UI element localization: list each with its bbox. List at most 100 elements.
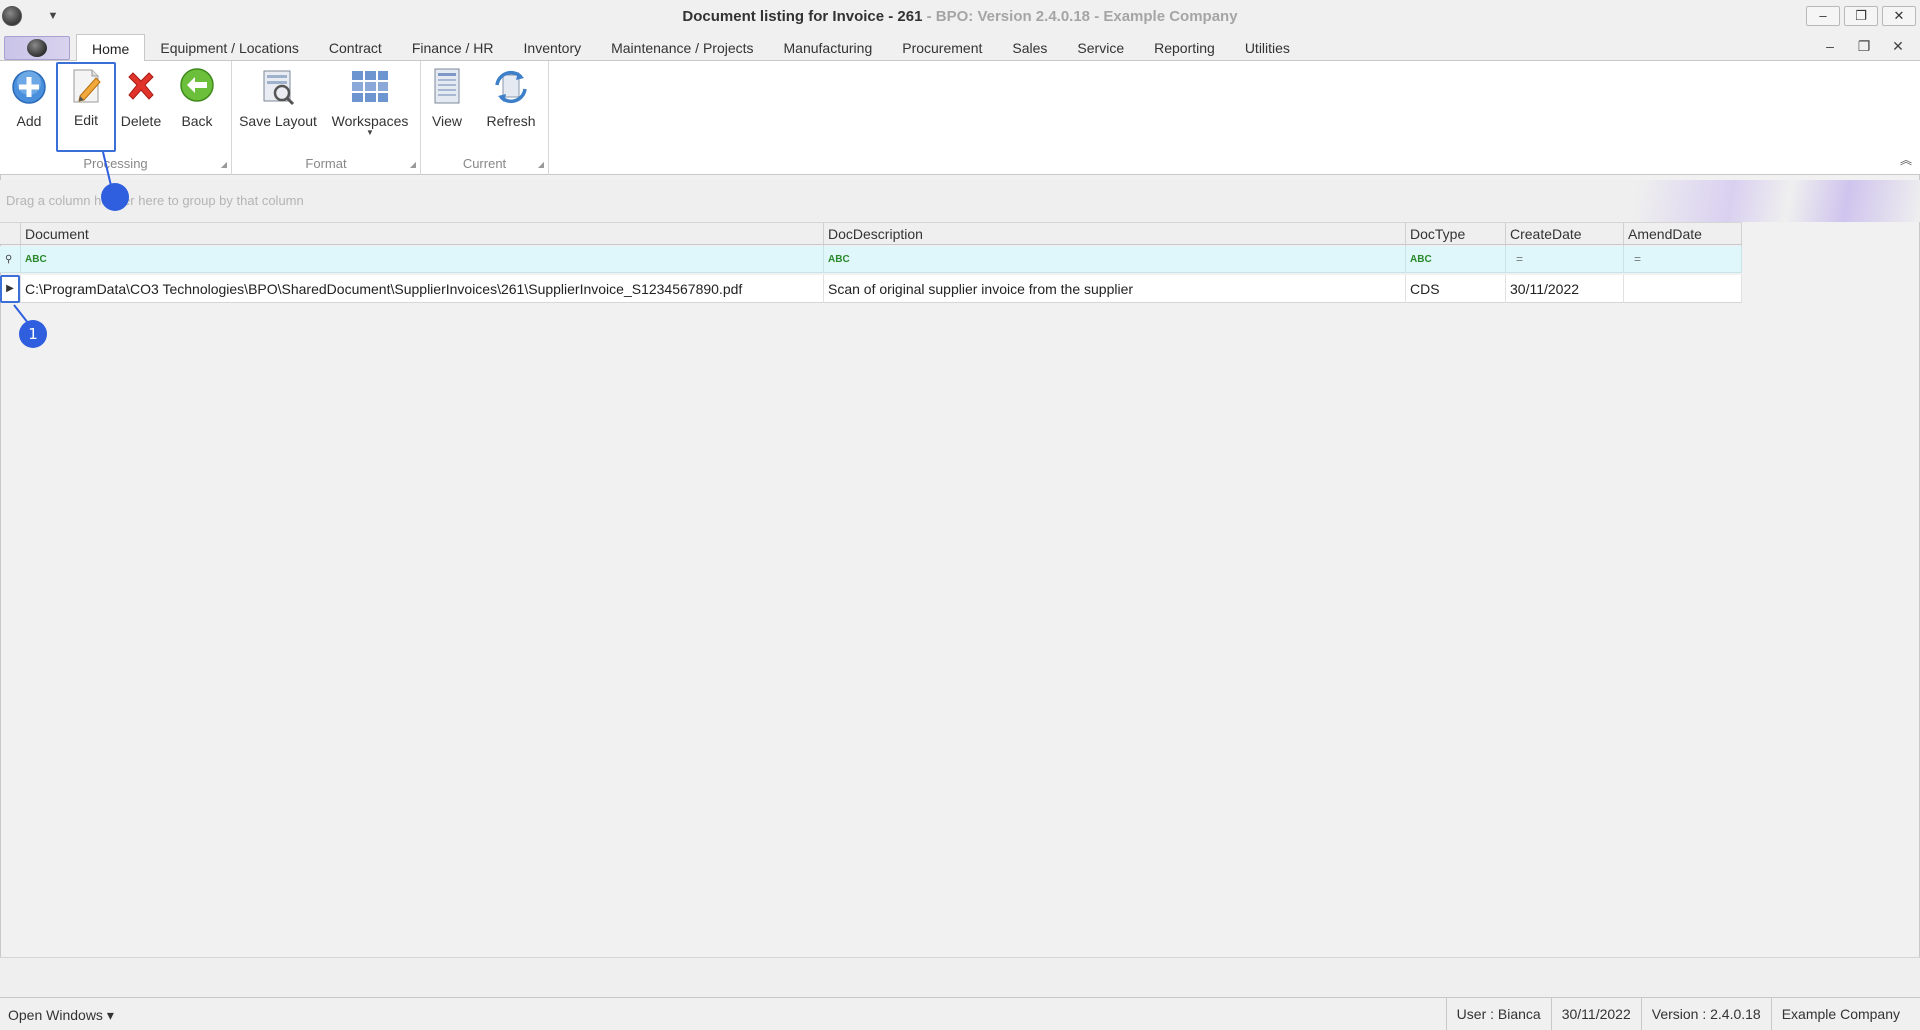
window-controls: – ❐ ✕ bbox=[1806, 6, 1916, 26]
status-items: User : Bianca 30/11/2022 Version : 2.4.0… bbox=[1445, 998, 1910, 1030]
save-layout-button[interactable]: Save Layout bbox=[238, 65, 318, 147]
tab-utilities[interactable]: Utilities bbox=[1230, 34, 1305, 61]
restore-button[interactable]: ❐ bbox=[1844, 6, 1878, 26]
ribbon-tabs: Home Equipment / Locations Contract Fina… bbox=[76, 34, 1305, 62]
add-button-label: Add bbox=[16, 113, 42, 129]
filter-createdate[interactable]: = bbox=[1506, 246, 1624, 273]
column-header-docdescription[interactable]: DocDescription bbox=[824, 223, 1406, 246]
application-menu-button[interactable] bbox=[4, 36, 70, 60]
delete-button-label: Delete bbox=[120, 113, 162, 129]
group-label-current: Current bbox=[462, 156, 507, 171]
tab-reporting[interactable]: Reporting bbox=[1139, 34, 1230, 61]
filter-amenddate[interactable]: = bbox=[1624, 246, 1742, 273]
workspaces-button-label: Workspaces bbox=[331, 113, 409, 129]
header-indicator-cell bbox=[0, 223, 21, 246]
window-title: Document listing for Invoice - 261 - BPO… bbox=[0, 8, 1920, 25]
cell-docdescription[interactable]: Scan of original supplier invoice from t… bbox=[824, 275, 1406, 303]
table-row[interactable]: ▶ C:\ProgramData\CO3 Technologies\BPO\Sh… bbox=[0, 275, 1742, 303]
filter-document[interactable]: ABC bbox=[21, 246, 824, 273]
column-header-amenddate[interactable]: AmendDate bbox=[1624, 223, 1742, 246]
close-button[interactable]: ✕ bbox=[1882, 6, 1916, 26]
app-menu-logo-icon bbox=[27, 39, 47, 57]
filter-document-abc-icon: ABC bbox=[25, 254, 47, 265]
tab-contract[interactable]: Contract bbox=[314, 34, 397, 61]
status-bar: Open Windows ▾ User : Bianca 30/11/2022 … bbox=[0, 997, 1920, 1030]
ribbon-tabs-row: Home Equipment / Locations Contract Fina… bbox=[0, 34, 1920, 62]
group-by-panel[interactable]: Drag a column header here to group by th… bbox=[0, 180, 1920, 222]
window-title-sub: - BPO: Version 2.4.0.18 - Example Compan… bbox=[922, 8, 1238, 25]
delete-button[interactable]: Delete bbox=[118, 65, 164, 147]
add-button[interactable]: Add bbox=[6, 65, 52, 147]
status-date: 30/11/2022 bbox=[1550, 998, 1641, 1030]
collapse-ribbon-icon[interactable]: ︽ bbox=[1900, 151, 1912, 168]
auto-filter-row: ⚲ ABC ABC ABC = = bbox=[0, 246, 1742, 273]
open-windows-dropdown[interactable]: Open Windows ▾ bbox=[8, 1007, 114, 1024]
row-indicator-arrow-icon[interactable]: ▶ bbox=[0, 275, 21, 303]
edit-button[interactable]: Edit bbox=[56, 62, 116, 152]
group-label-processing: Processing bbox=[83, 156, 148, 171]
minimize-button[interactable]: – bbox=[1806, 6, 1840, 26]
group-by-hint: Drag a column header here to group by th… bbox=[6, 193, 304, 208]
view-button-label: View bbox=[431, 113, 463, 129]
document-window-controls: – ❐ ✕ bbox=[1820, 38, 1908, 55]
tab-procurement[interactable]: Procurement bbox=[887, 34, 997, 61]
refresh-button-label: Refresh bbox=[486, 113, 536, 129]
status-user: User : Bianca bbox=[1445, 998, 1551, 1030]
ribbon-group-processing: Add Edit Delete Back Processing ◢ bbox=[0, 61, 232, 175]
workspaces-dropdown-icon: ▼ bbox=[366, 128, 374, 137]
status-company: Example Company bbox=[1770, 998, 1910, 1030]
group-launcher-current-icon[interactable]: ◢ bbox=[538, 160, 544, 169]
group-label-format: Format bbox=[305, 156, 347, 171]
group-launcher-processing-icon[interactable]: ◢ bbox=[221, 160, 227, 169]
tab-manufacturing[interactable]: Manufacturing bbox=[769, 34, 888, 61]
cell-document[interactable]: C:\ProgramData\CO3 Technologies\BPO\Shar… bbox=[21, 275, 824, 303]
doc-restore-button[interactable]: ❐ bbox=[1854, 38, 1874, 55]
workspaces-icon bbox=[352, 71, 388, 102]
filter-doctype[interactable]: ABC bbox=[1406, 246, 1506, 273]
cell-amenddate[interactable] bbox=[1624, 275, 1742, 303]
annotation-dot bbox=[101, 183, 129, 211]
filter-row-indicator-icon: ⚲ bbox=[0, 246, 21, 273]
back-button[interactable]: Back bbox=[174, 65, 220, 147]
back-arrow-icon bbox=[180, 68, 214, 102]
save-layout-icon bbox=[263, 70, 295, 106]
tab-maintenance-projects[interactable]: Maintenance / Projects bbox=[596, 34, 768, 61]
view-button[interactable]: View bbox=[425, 65, 469, 147]
annotation-badge-1: 1 bbox=[19, 320, 47, 348]
group-launcher-format-icon[interactable]: ◢ bbox=[410, 160, 416, 169]
tab-inventory[interactable]: Inventory bbox=[509, 34, 597, 61]
column-header-doctype[interactable]: DocType bbox=[1406, 223, 1506, 246]
view-icon bbox=[434, 68, 460, 104]
ribbon: Add Edit Delete Back Processing ◢ Save L… bbox=[0, 61, 1920, 175]
grid-header: Document DocDescription DocType CreateDa… bbox=[0, 222, 1742, 246]
filter-docdescription-abc-icon: ABC bbox=[828, 254, 850, 265]
filter-createdate-equals-icon: = bbox=[1516, 252, 1524, 266]
add-icon bbox=[12, 70, 46, 104]
tab-service[interactable]: Service bbox=[1062, 34, 1139, 61]
status-version: Version : 2.4.0.18 bbox=[1640, 998, 1771, 1030]
column-header-document[interactable]: Document bbox=[21, 223, 824, 246]
cell-doctype[interactable]: CDS bbox=[1406, 275, 1506, 303]
title-bar: ▼ Document listing for Invoice - 261 - B… bbox=[0, 0, 1920, 34]
delete-icon bbox=[128, 72, 154, 100]
tab-sales[interactable]: Sales bbox=[997, 34, 1062, 61]
column-header-createdate[interactable]: CreateDate bbox=[1506, 223, 1624, 246]
back-button-label: Back bbox=[181, 113, 213, 129]
doc-close-button[interactable]: ✕ bbox=[1888, 38, 1908, 55]
ribbon-group-current: View Refresh Current ◢ bbox=[421, 61, 549, 175]
filter-docdescription[interactable]: ABC bbox=[824, 246, 1406, 273]
edit-icon bbox=[73, 69, 101, 103]
refresh-button[interactable]: Refresh bbox=[483, 65, 539, 147]
workspaces-button[interactable]: Workspaces ▼ bbox=[328, 65, 412, 147]
edit-button-label: Edit bbox=[73, 112, 99, 128]
cell-createdate[interactable]: 30/11/2022 bbox=[1506, 275, 1624, 303]
doc-minimize-button[interactable]: – bbox=[1820, 38, 1840, 55]
tab-equipment-locations[interactable]: Equipment / Locations bbox=[145, 34, 314, 61]
ribbon-group-format: Save Layout Workspaces ▼ Format ◢ bbox=[232, 61, 421, 175]
tab-home[interactable]: Home bbox=[76, 34, 146, 62]
tab-finance-hr[interactable]: Finance / HR bbox=[397, 34, 509, 61]
footer-band bbox=[0, 957, 1920, 997]
window-title-main: Document listing for Invoice - 261 bbox=[682, 8, 923, 25]
save-layout-button-label: Save Layout bbox=[239, 113, 317, 129]
refresh-icon bbox=[495, 70, 527, 104]
